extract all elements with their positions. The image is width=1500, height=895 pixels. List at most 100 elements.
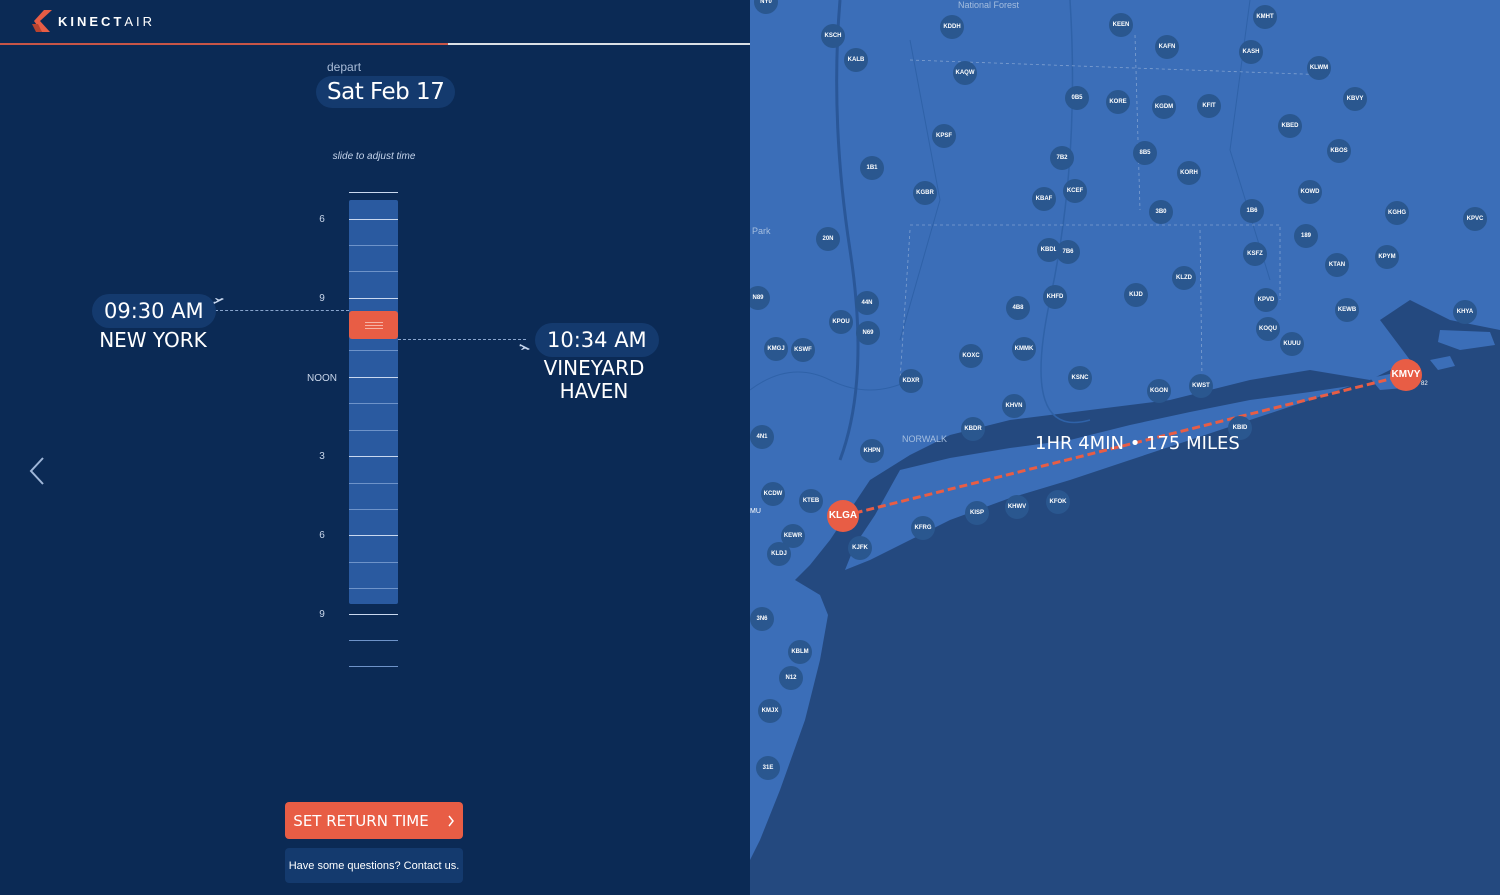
airport-marker[interactable]: 7B6 bbox=[1056, 240, 1080, 264]
airport-marker[interactable]: 3B0 bbox=[1149, 200, 1173, 224]
airport-marker[interactable]: 20N bbox=[816, 227, 840, 251]
airport-marker[interactable]: KGON bbox=[1147, 379, 1171, 403]
airport-marker[interactable]: KMJX bbox=[758, 699, 782, 723]
airport-marker[interactable]: KBOS bbox=[1327, 139, 1351, 163]
airport-marker[interactable]: KPOU bbox=[829, 310, 853, 334]
airport-marker[interactable]: KHVN bbox=[1002, 394, 1026, 418]
airport-marker[interactable]: KTEB bbox=[799, 489, 823, 513]
time-slider-track[interactable] bbox=[349, 200, 398, 604]
airport-marker[interactable]: KAQW bbox=[953, 61, 977, 85]
airport-marker[interactable]: KDXR bbox=[899, 369, 923, 393]
airport-marker[interactable]: KGHG bbox=[1385, 201, 1409, 225]
airport-marker[interactable]: KMHT bbox=[1253, 5, 1277, 29]
airport-marker[interactable]: 44N bbox=[855, 291, 879, 315]
airport-marker[interactable]: KBLM bbox=[788, 640, 812, 664]
airport-marker[interactable]: N12 bbox=[779, 666, 803, 690]
airport-marker[interactable]: 4B8 bbox=[1006, 296, 1030, 320]
airport-marker[interactable]: KBED bbox=[1278, 114, 1302, 138]
airport-marker[interactable]: KDDH bbox=[940, 15, 964, 39]
airport-marker[interactable]: 189 bbox=[1294, 224, 1318, 248]
origin-airport-marker[interactable]: KLGA bbox=[827, 500, 859, 532]
airport-marker[interactable]: KPYM bbox=[1375, 245, 1399, 269]
airport-marker[interactable]: KBVY bbox=[1343, 87, 1367, 111]
set-return-time-button[interactable]: SET RETURN TIME bbox=[285, 802, 463, 839]
slider-tick bbox=[349, 219, 398, 220]
airport-marker[interactable]: KMGJ bbox=[764, 337, 788, 361]
airport-marker[interactable]: KCEF bbox=[1063, 179, 1087, 203]
airport-marker[interactable]: KFIT bbox=[1197, 94, 1221, 118]
airport-marker[interactable]: KSFZ bbox=[1243, 242, 1267, 266]
takeoff-plane-icon bbox=[213, 298, 224, 304]
airport-marker[interactable]: KLDJ bbox=[767, 542, 791, 566]
airport-marker[interactable]: KHFD bbox=[1043, 285, 1067, 309]
airport-marker[interactable]: KFOK bbox=[1046, 490, 1070, 514]
airport-marker[interactable]: KBAF bbox=[1032, 187, 1056, 211]
brand-logo[interactable]: KINECTAIR bbox=[32, 10, 155, 32]
airport-marker[interactable]: KORE bbox=[1106, 90, 1130, 114]
airport-marker[interactable]: KIJD bbox=[1124, 283, 1148, 307]
airport-marker[interactable]: 1B6 bbox=[1240, 199, 1264, 223]
airport-marker[interactable]: KAFN bbox=[1155, 35, 1179, 59]
slider-tick bbox=[349, 192, 398, 193]
slider-tick bbox=[349, 245, 398, 246]
airport-marker[interactable]: KMMK bbox=[1012, 337, 1036, 361]
airport-marker[interactable]: KJFK bbox=[848, 536, 872, 560]
airport-marker[interactable]: KFRG bbox=[911, 516, 935, 540]
airport-marker[interactable]: KEWB bbox=[1335, 298, 1359, 322]
airport-marker[interactable]: KPSF bbox=[932, 124, 956, 148]
airport-marker[interactable]: KLZD bbox=[1172, 266, 1196, 290]
airport-marker[interactable]: KOXC bbox=[959, 344, 983, 368]
contact-us-button[interactable]: Have some questions? Contact us. bbox=[285, 848, 463, 883]
brand-name-bold: KINECT bbox=[58, 13, 125, 29]
airport-marker[interactable]: KHWV bbox=[1005, 495, 1029, 519]
airport-marker[interactable]: 0B5 bbox=[1065, 86, 1089, 110]
chevron-left-icon[interactable] bbox=[28, 456, 46, 486]
map-place-label: 82 bbox=[1421, 381, 1428, 387]
airport-marker[interactable]: KASH bbox=[1239, 40, 1263, 64]
airport-marker[interactable]: N69 bbox=[856, 321, 880, 345]
airport-marker[interactable]: KPVC bbox=[1463, 207, 1487, 231]
airport-marker[interactable]: KBDR bbox=[961, 417, 985, 441]
airport-marker[interactable]: KOQU bbox=[1256, 317, 1280, 341]
slider-tick bbox=[349, 271, 398, 272]
time-slider-handle[interactable] bbox=[349, 311, 398, 339]
map-place-label: MU bbox=[750, 508, 761, 515]
slider-tick bbox=[349, 588, 398, 589]
set-return-time-label: SET RETURN TIME bbox=[293, 811, 429, 830]
origin-city: NEW YORK bbox=[99, 328, 207, 352]
slider-tick bbox=[349, 483, 398, 484]
airport-marker[interactable]: KSWF bbox=[791, 338, 815, 362]
airport-marker[interactable]: KORH bbox=[1177, 161, 1201, 185]
airport-marker[interactable]: KISP bbox=[965, 501, 989, 525]
airport-marker[interactable]: KSCH bbox=[821, 24, 845, 48]
airport-marker[interactable]: KHYA bbox=[1453, 300, 1477, 324]
destination-airport-marker[interactable]: KMVY bbox=[1390, 359, 1422, 391]
airport-marker[interactable]: 7B2 bbox=[1050, 146, 1074, 170]
airport-marker[interactable]: KPVD bbox=[1254, 288, 1278, 312]
slider-tick bbox=[349, 430, 398, 431]
airport-marker[interactable]: KGBR bbox=[913, 181, 937, 205]
depart-label: depart bbox=[327, 60, 362, 74]
airport-marker[interactable]: KOWD bbox=[1298, 180, 1322, 204]
airport-marker[interactable]: KWST bbox=[1189, 374, 1213, 398]
hour-label: 6 bbox=[319, 214, 325, 225]
arrival-connector-line bbox=[398, 339, 526, 340]
airport-marker[interactable]: 8B5 bbox=[1133, 141, 1157, 165]
airport-marker[interactable]: KCDW bbox=[761, 482, 785, 506]
airport-marker[interactable]: KUUU bbox=[1280, 332, 1304, 356]
airport-marker[interactable]: KHPN bbox=[860, 439, 884, 463]
airport-marker[interactable]: 1B1 bbox=[860, 156, 884, 180]
airport-marker[interactable]: KLWM bbox=[1307, 56, 1331, 80]
airport-marker[interactable]: 3N6 bbox=[750, 607, 774, 631]
airport-marker[interactable]: 4N1 bbox=[750, 425, 774, 449]
airport-marker[interactable]: KTAN bbox=[1325, 253, 1349, 277]
airport-marker[interactable]: KALB bbox=[844, 48, 868, 72]
destination-city: VINEYARD HAVEN bbox=[535, 357, 653, 403]
airport-marker[interactable]: KSNC bbox=[1068, 366, 1092, 390]
depart-date[interactable]: Sat Feb 17 bbox=[316, 76, 456, 108]
airport-marker[interactable]: KEEN bbox=[1109, 13, 1133, 37]
airport-marker[interactable]: KGDM bbox=[1152, 95, 1176, 119]
airport-marker[interactable]: 31E bbox=[756, 756, 780, 780]
route-map[interactable]: National Forest Park NORWALK MU 82 NY0 K… bbox=[750, 0, 1500, 895]
handle-grip-line bbox=[364, 327, 383, 329]
